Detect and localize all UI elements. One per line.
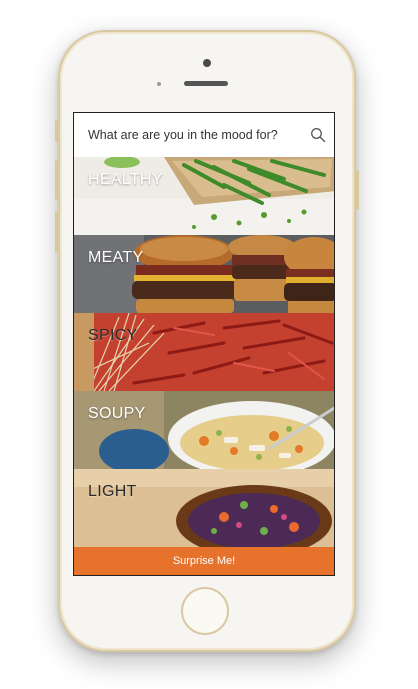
category-meaty[interactable]: MEATY: [74, 235, 334, 313]
volume-up-button: [55, 160, 58, 200]
volume-down-button: [55, 212, 58, 252]
app-screen: HEALTHY MEATY: [73, 112, 335, 576]
search-input[interactable]: [88, 128, 310, 142]
front-camera: [203, 59, 211, 67]
meaty-image: [74, 235, 334, 313]
category-label: SPICY: [88, 327, 138, 344]
category-label: HEALTHY: [88, 171, 163, 188]
surprise-me-button[interactable]: Surprise Me!: [74, 547, 334, 575]
search-icon[interactable]: [310, 127, 326, 143]
spicy-image: [74, 313, 334, 391]
light-image: [74, 469, 334, 547]
category-healthy[interactable]: HEALTHY: [74, 157, 334, 235]
search-bar: [74, 113, 334, 157]
category-label: LIGHT: [88, 483, 137, 500]
home-button[interactable]: [181, 587, 229, 635]
proximity-sensor: [157, 82, 161, 86]
category-spicy[interactable]: SPICY: [74, 313, 334, 391]
power-button: [356, 170, 359, 210]
category-light[interactable]: LIGHT: [74, 469, 334, 547]
category-label: SOUPY: [88, 405, 146, 422]
earpiece-speaker: [184, 81, 228, 86]
silent-switch: [55, 120, 58, 142]
category-label: MEATY: [88, 249, 144, 266]
soupy-image: [74, 391, 334, 469]
healthy-image: [74, 157, 334, 235]
category-soupy[interactable]: SOUPY: [74, 391, 334, 469]
